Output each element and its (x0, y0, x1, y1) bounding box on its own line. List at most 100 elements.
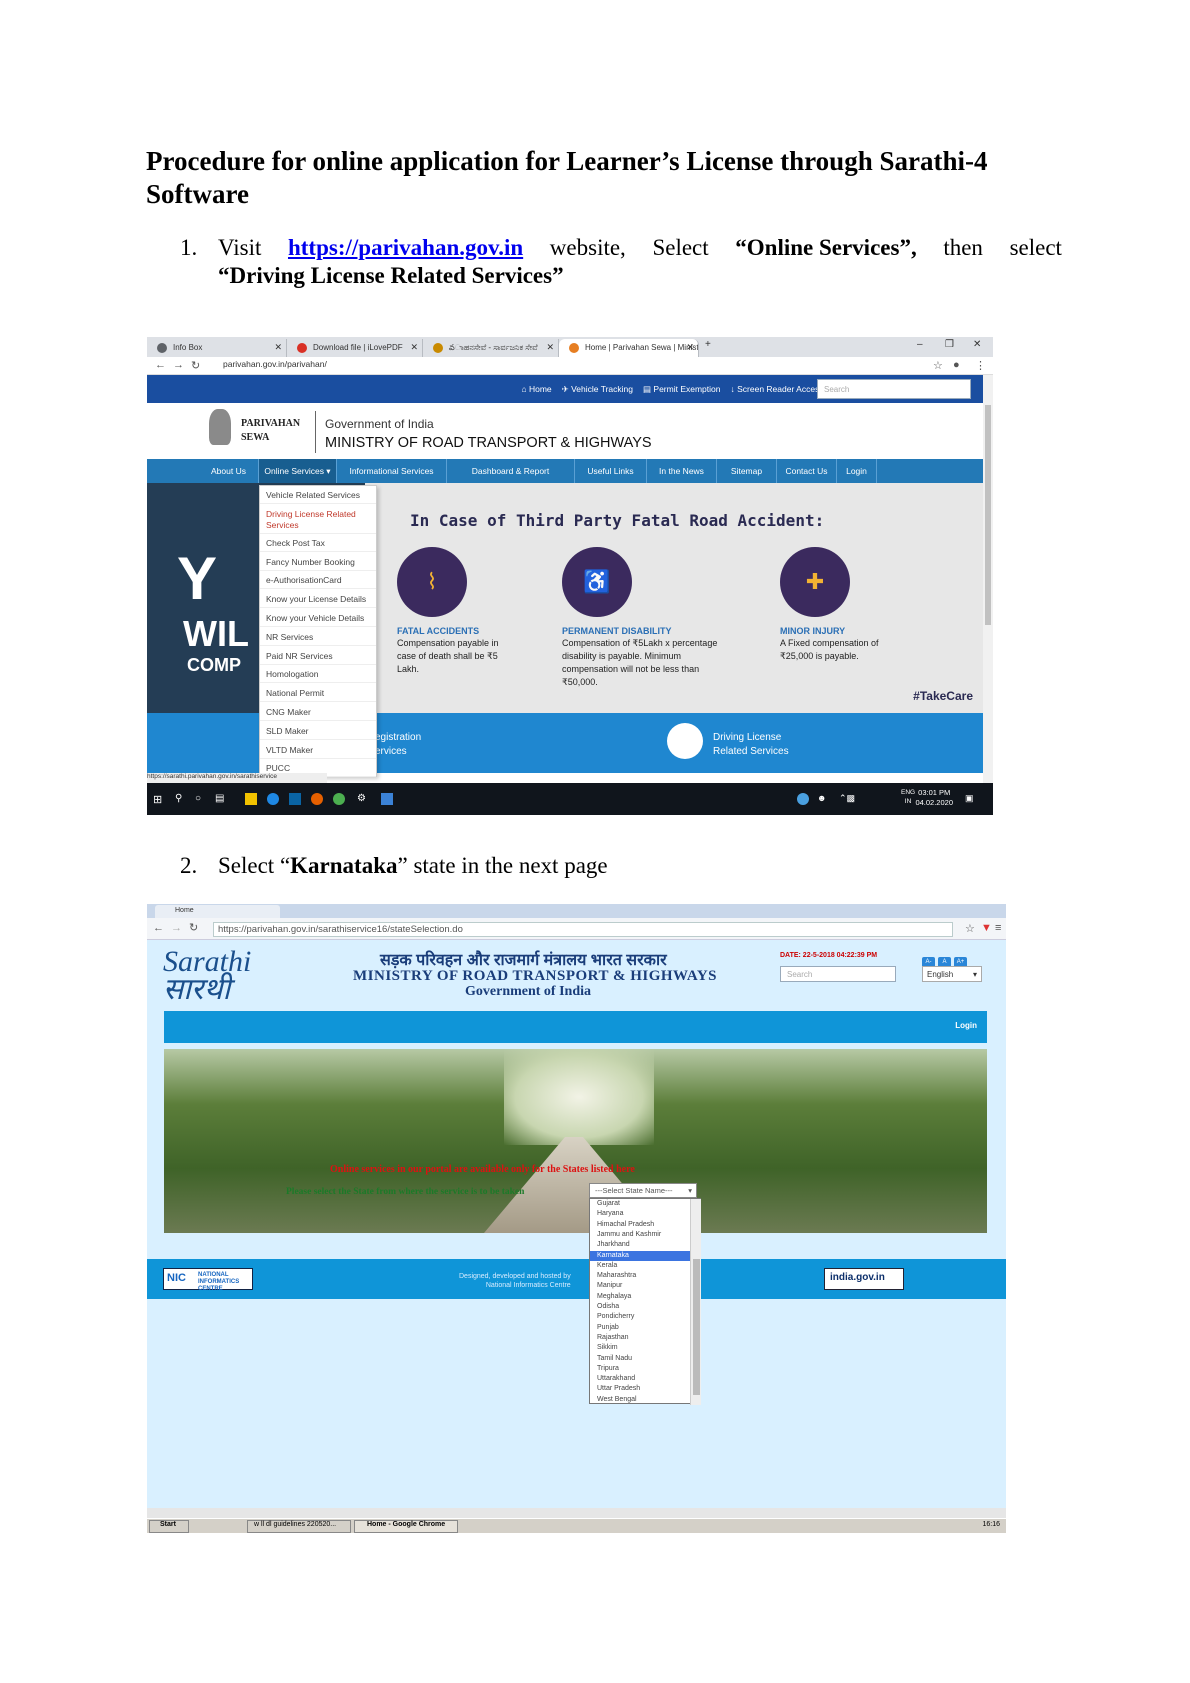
back-icon[interactable]: ← (155, 359, 166, 371)
browser-tab[interactable]: Info Box ✕ (147, 339, 287, 357)
restore-icon[interactable]: ❒ (945, 339, 954, 350)
dropdown-item[interactable]: Fancy Number Booking (260, 555, 376, 571)
taskbar-item[interactable]: Home - Google Chrome (354, 1520, 458, 1533)
state-option[interactable]: Himachal Pradesh (590, 1220, 690, 1230)
state-select[interactable]: ---Select State Name--- ▾ (589, 1183, 697, 1198)
people-icon[interactable]: ☻ (817, 793, 829, 805)
band-label[interactable]: Driving License Related Services (713, 731, 789, 759)
state-option[interactable]: Meghalaya (590, 1292, 690, 1302)
state-option[interactable]: Karnataka (590, 1250, 690, 1261)
state-option[interactable]: Kerala (590, 1261, 690, 1271)
search-input[interactable]: Search (817, 379, 971, 399)
forward-icon[interactable]: → (171, 922, 182, 934)
help-icon[interactable] (797, 793, 809, 805)
app-icon[interactable] (381, 793, 393, 805)
menu-item[interactable]: Contact Us (777, 459, 837, 483)
cortana-icon[interactable]: ○ (195, 793, 207, 805)
menu-item[interactable]: Online Services ▾ (259, 459, 337, 483)
dropdown-item[interactable]: CNG Maker (260, 705, 376, 721)
scrollbar[interactable] (983, 375, 993, 783)
menu-item[interactable]: Dashboard & Report (447, 459, 575, 483)
state-option[interactable]: Gujarat (590, 1199, 690, 1209)
dropdown-item[interactable]: NR Services (260, 630, 376, 646)
state-option[interactable]: Odisha (590, 1302, 690, 1312)
forward-icon[interactable]: → (173, 359, 184, 371)
url-field[interactable]: parivahan.gov.in/parivahan/ (209, 359, 909, 373)
state-option[interactable]: Tripura (590, 1364, 690, 1374)
menu-item[interactable]: Sitemap (717, 459, 777, 483)
login-link[interactable]: Login (955, 1021, 977, 1030)
state-option[interactable]: West Bengal (590, 1395, 690, 1405)
state-option[interactable]: Maharashtra (590, 1271, 690, 1281)
dropdown-item[interactable]: Know your License Details (260, 592, 376, 609)
profile-icon[interactable]: ● (953, 359, 960, 371)
language-select[interactable]: English ▾ (922, 966, 982, 982)
windows-icon[interactable]: ⊞ (153, 793, 165, 806)
state-option[interactable]: Manipur (590, 1281, 690, 1291)
india-gov-logo[interactable]: india.gov.in (824, 1268, 904, 1290)
menu-item[interactable]: In the News (647, 459, 717, 483)
tray-icons[interactable]: ⌃▩ (839, 793, 855, 805)
file-explorer-icon[interactable] (245, 793, 257, 805)
state-option[interactable]: Haryana (590, 1209, 690, 1219)
language-indicator[interactable]: ENG IN (901, 788, 915, 806)
dropdown-item[interactable]: VLTD Maker (260, 743, 376, 759)
dropdown-item[interactable]: Homologation (260, 667, 376, 684)
start-button[interactable]: Start (149, 1520, 189, 1533)
shield-icon[interactable]: ▼ (981, 922, 992, 934)
back-icon[interactable]: ← (153, 922, 164, 934)
dropdown-item[interactable]: Driving License Related Services (260, 507, 376, 534)
dropdown-item[interactable]: Know your Vehicle Details (260, 611, 376, 627)
store-icon[interactable] (289, 793, 301, 805)
dropdown-item[interactable]: Check Post Tax (260, 536, 376, 552)
band-label[interactable]: egistration ervices (375, 731, 421, 759)
reload-icon[interactable]: ↻ (191, 359, 200, 372)
dropdown-item[interactable]: Vehicle Related Services (260, 488, 376, 504)
close-icon[interactable]: ✕ (973, 339, 981, 350)
state-option[interactable]: Uttar Pradesh (590, 1384, 690, 1394)
top-link[interactable]: ↓ Screen Reader Access (731, 384, 824, 394)
menu-icon[interactable]: ≡ (995, 922, 1001, 934)
reload-icon[interactable]: ↻ (189, 921, 198, 934)
browser-tab[interactable]: Home | Parivahan Sewa | Ministr ✕ (559, 339, 699, 357)
menu-icon[interactable]: ⋮ (975, 359, 986, 372)
scrollbar[interactable] (690, 1199, 701, 1405)
notifications-icon[interactable]: ▣ (965, 793, 977, 805)
tab-close-icon[interactable]: ✕ (274, 342, 282, 353)
search-icon[interactable]: ⚲ (175, 793, 187, 805)
top-link[interactable]: ▤ Permit Exemption (643, 384, 720, 394)
parivahan-link[interactable]: https://parivahan.gov.in (288, 234, 523, 262)
dropdown-item[interactable]: SLD Maker (260, 724, 376, 740)
state-option[interactable]: Uttarakhand (590, 1374, 690, 1384)
browser-tab[interactable]: వಾಹನಸೇವೆ - ಸಾರ್ವಜನಿಕ ಸೇವೆ ✕ (423, 339, 559, 357)
menu-item[interactable]: Login (837, 459, 877, 483)
state-option[interactable]: Pondicherry (590, 1312, 690, 1322)
chrome-icon[interactable] (333, 793, 345, 805)
search-input[interactable]: Search (780, 966, 896, 982)
state-option[interactable]: Tamil Nadu (590, 1354, 690, 1364)
taskbar-clock[interactable]: 03:01 PM 04.02.2020 (915, 788, 953, 808)
top-link[interactable]: ✈ Vehicle Tracking (562, 384, 633, 394)
top-link[interactable]: ⌂ Home (521, 384, 551, 394)
state-option[interactable]: Sikkim (590, 1343, 690, 1353)
edge-icon[interactable] (267, 793, 279, 805)
taskbar-item[interactable]: w ll dl guidelines 220520... (247, 1520, 351, 1533)
dropdown-item[interactable]: e-AuthorisationCard (260, 573, 376, 590)
firefox-icon[interactable] (311, 793, 323, 805)
star-icon[interactable]: ☆ (933, 359, 943, 372)
settings-icon[interactable]: ⚙ (357, 793, 369, 805)
dropdown-item[interactable]: National Permit (260, 686, 376, 703)
url-field[interactable]: https://parivahan.gov.in/sarathiservice1… (213, 922, 953, 937)
tab-close-icon[interactable]: ✕ (686, 342, 694, 353)
state-option[interactable]: Punjab (590, 1323, 690, 1333)
state-option[interactable]: Jammu and Kashmir (590, 1230, 690, 1240)
menu-item[interactable]: Useful Links (575, 459, 647, 483)
browser-tab[interactable]: Download file | iLovePDF ✕ (287, 339, 423, 357)
browser-tab[interactable]: Home (155, 905, 280, 918)
horizontal-scrollbar[interactable] (147, 1508, 1006, 1518)
state-option[interactable]: Rajasthan (590, 1333, 690, 1343)
menu-item[interactable]: About Us (199, 459, 259, 483)
state-option[interactable]: Jharkhand (590, 1240, 690, 1250)
tab-close-icon[interactable]: ✕ (546, 342, 554, 353)
new-tab-icon[interactable]: + (705, 339, 711, 350)
